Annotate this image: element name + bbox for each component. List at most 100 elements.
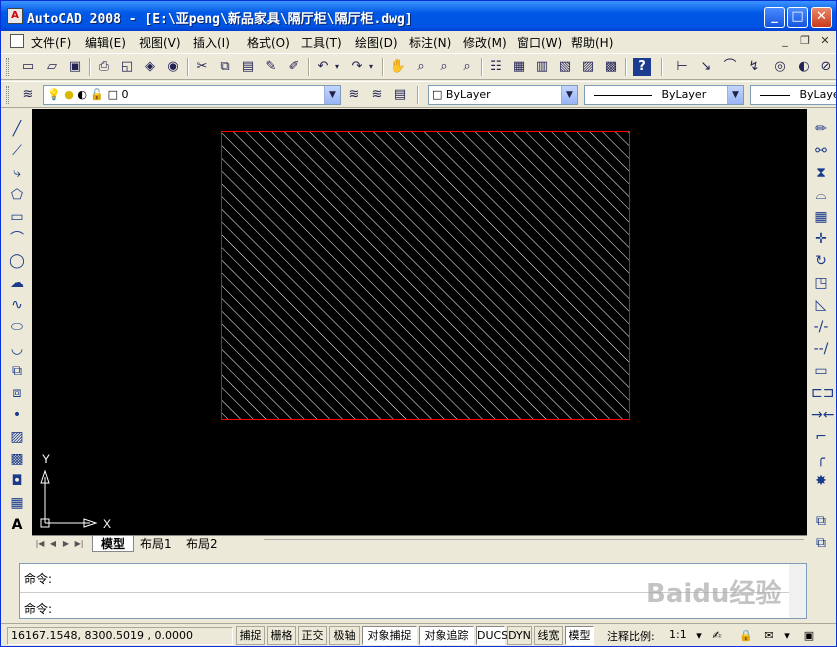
multiline-text-icon[interactable]: A [7, 515, 27, 535]
arc-length-icon[interactable]: ⌒ [721, 58, 739, 76]
chevron-down-icon[interactable]: ▾ [691, 628, 707, 643]
ducs-button[interactable]: DUCS [476, 626, 508, 645]
menu-edit[interactable]: 编辑(E) [85, 34, 126, 51]
coordinate-readout[interactable]: 16167.1548, 8300.5019 , 0.0000 [7, 627, 233, 645]
draw-order-back-icon[interactable]: ⧉ [811, 533, 831, 553]
angular-icon[interactable]: ⊘ [817, 58, 835, 76]
menu-format[interactable]: 格式(O) [247, 34, 290, 51]
point-icon[interactable]: • [7, 405, 27, 425]
calculator-icon[interactable]: ▩ [602, 58, 620, 76]
make-current-layer-icon[interactable]: ≋ [345, 86, 363, 104]
dyn-button[interactable]: DYN [507, 626, 532, 645]
spline-icon[interactable]: ∿ [7, 295, 27, 315]
gradient-icon[interactable]: ▩ [7, 449, 27, 469]
tab-model[interactable]: 模型 [92, 536, 135, 552]
hatch-icon[interactable]: ▨ [7, 427, 27, 447]
break-icon[interactable]: ⊏⊐ [811, 383, 834, 403]
next-tab-icon[interactable]: ▶ [60, 537, 72, 550]
join-icon[interactable]: →← [811, 405, 834, 425]
mirror-icon[interactable]: ⧗ [811, 163, 831, 183]
chevron-down-icon[interactable]: ▼ [727, 86, 743, 104]
arc-icon[interactable]: ⌒ [7, 229, 27, 249]
radius-icon[interactable]: ◎ [771, 58, 789, 76]
revision-cloud-icon[interactable]: ☁ [7, 273, 27, 293]
plot-preview-icon[interactable]: ◱ [118, 58, 136, 76]
scale-icon[interactable]: ◳ [811, 273, 831, 293]
ellipse-arc-icon[interactable]: ◡ [7, 339, 27, 359]
array-icon[interactable]: ▦ [811, 207, 831, 227]
explode-icon[interactable]: ✸ [811, 471, 831, 491]
new-icon[interactable]: ▭ [19, 58, 37, 76]
toolbar-grip[interactable] [6, 58, 9, 76]
chevron-down-icon[interactable]: ▾ [779, 628, 795, 643]
tool-palettes-icon[interactable]: ▥ [533, 58, 551, 76]
close-button[interactable]: ✕ [811, 7, 832, 28]
fillet-icon[interactable]: ╭ [811, 449, 831, 469]
otrack-button[interactable]: 对象追踪 [419, 626, 474, 645]
ellipse-icon[interactable]: ⬭ [7, 317, 27, 337]
cut-icon[interactable]: ✂ [193, 58, 211, 76]
tab-layout2[interactable]: 布局2 [178, 536, 226, 552]
properties-icon[interactable]: ☷ [487, 58, 505, 76]
layer-states-icon[interactable]: ▤ [391, 86, 409, 104]
design-center-icon[interactable]: ▦ [510, 58, 528, 76]
osnap-button[interactable]: 对象捕捉 [362, 626, 417, 645]
save-icon[interactable]: ▣ [66, 58, 84, 76]
mdi-restore-icon[interactable]: ❐ [797, 34, 813, 48]
insert-block-icon[interactable]: ⧉ [7, 361, 27, 381]
hatched-panel[interactable] [221, 131, 630, 420]
plot-icon[interactable]: ⎙ [95, 58, 113, 76]
lineweight-dropdown[interactable]: ByLayer [750, 85, 836, 105]
redo-icon[interactable]: ↷ [348, 58, 366, 76]
sheet-set-icon[interactable]: ▧ [556, 58, 574, 76]
menu-dimension[interactable]: 标注(N) [409, 34, 451, 51]
grid-button[interactable]: 栅格 [267, 626, 296, 645]
construction-line-icon[interactable]: ⟋ [7, 141, 27, 161]
match-properties-icon[interactable]: ✎ [262, 58, 280, 76]
zoom-previous-icon[interactable]: ⌕ [458, 58, 476, 76]
publish-icon[interactable]: ◈ [141, 58, 159, 76]
polygon-icon[interactable]: ⬠ [7, 185, 27, 205]
stretch-icon[interactable]: ◺ [811, 295, 831, 315]
ordinate-icon[interactable]: ↯ [745, 58, 763, 76]
extend-icon[interactable]: --/ [811, 339, 831, 359]
rectangle-icon[interactable]: ▭ [7, 207, 27, 227]
menu-draw[interactable]: 绘图(D) [355, 34, 398, 51]
chevron-down-icon[interactable]: ▼ [561, 86, 577, 104]
snap-button[interactable]: 捕捉 [236, 626, 265, 645]
linear-dimension-icon[interactable]: ⊢ [673, 58, 691, 76]
zoom-realtime-icon[interactable]: ⌕ [412, 58, 430, 76]
menu-help[interactable]: 帮助(H) [571, 34, 613, 51]
status-tray-icon[interactable]: ✉ [761, 628, 777, 643]
last-tab-icon[interactable]: ▶| [73, 537, 85, 550]
circle-icon[interactable]: ◯ [7, 251, 27, 271]
lock-icon[interactable]: 🔒 [738, 628, 754, 643]
diameter-icon[interactable]: ◐ [795, 58, 813, 76]
menu-file[interactable]: 文件(F) [31, 34, 71, 51]
break-at-point-icon[interactable]: ▭ [811, 361, 831, 381]
trim-icon[interactable]: -/- [811, 317, 831, 337]
chamfer-icon[interactable]: ⌐ [811, 427, 831, 447]
zoom-window-icon[interactable]: ⌕ [435, 58, 453, 76]
maximize-button[interactable]: □ [787, 7, 808, 28]
move-icon[interactable]: ✛ [811, 229, 831, 249]
line-icon[interactable]: ╱ [7, 119, 27, 139]
copy-icon[interactable]: ⧉ [216, 58, 234, 76]
annotation-scale-value[interactable]: 1:1 [669, 628, 687, 641]
clean-screen-icon[interactable]: ▣ [801, 628, 817, 643]
mdi-close-icon[interactable]: ✕ [817, 34, 833, 48]
menu-view[interactable]: 视图(V) [139, 34, 181, 51]
tab-layout1[interactable]: 布局1 [132, 536, 180, 552]
title-bar[interactable]: A AutoCAD 2008 - [E:\亚peng\新品家具\隔厅柜\隔厅柜.… [1, 1, 836, 31]
menu-insert[interactable]: 插入(I) [193, 34, 230, 51]
markup-icon[interactable]: ▨ [579, 58, 597, 76]
polar-button[interactable]: 极轴 [329, 626, 360, 645]
mdi-minimize-icon[interactable]: _ [777, 34, 793, 48]
help-icon[interactable]: ? [633, 58, 651, 76]
color-dropdown[interactable]: □ ByLayer ▼ [428, 85, 578, 105]
3d-dwf-icon[interactable]: ◉ [164, 58, 182, 76]
pan-icon[interactable]: ✋ [389, 58, 407, 76]
lineweight-button[interactable]: 线宽 [534, 626, 563, 645]
chevron-down-icon[interactable]: ▼ [324, 86, 340, 104]
undo-dropdown-icon[interactable]: ▾ [332, 58, 342, 76]
